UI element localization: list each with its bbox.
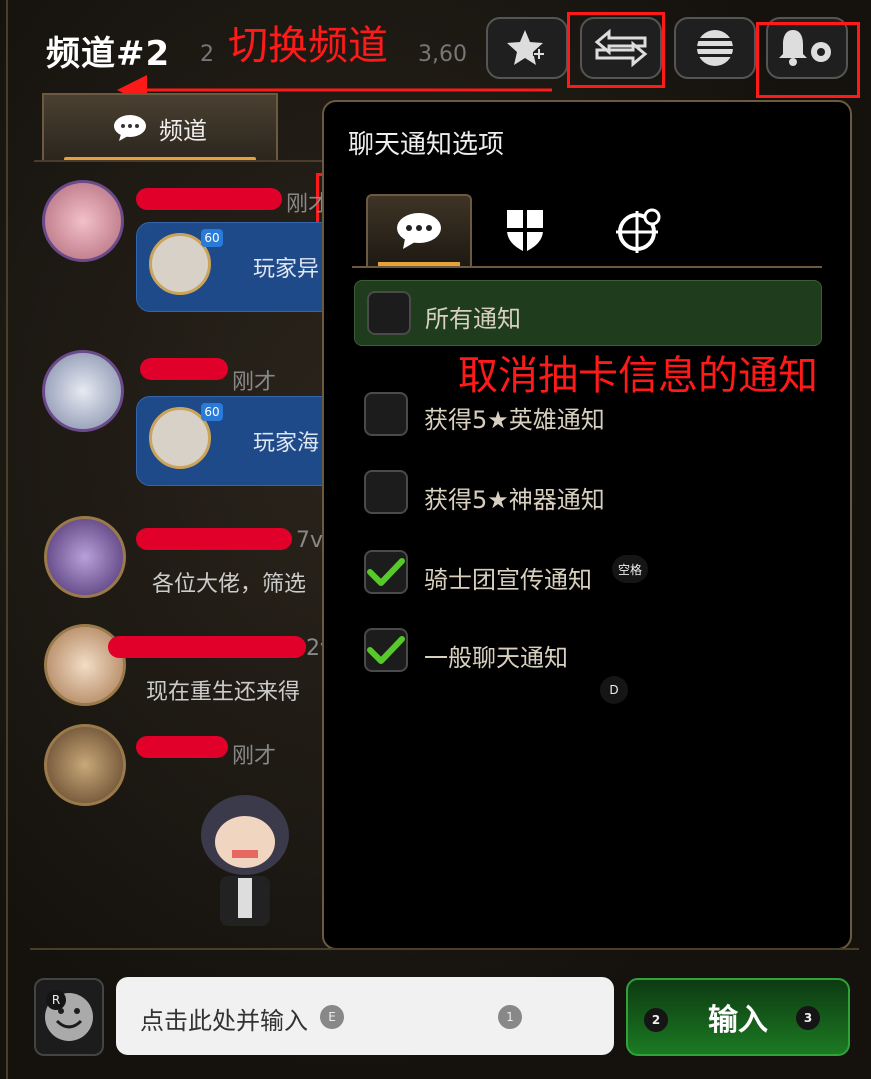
message-time: 7v (296, 528, 324, 553)
hotkey-hint: E (320, 1005, 344, 1029)
panel-title: 聊天通知选项 (348, 130, 505, 160)
divider (34, 160, 324, 162)
chat-bubble-icon (114, 115, 146, 141)
chat-input[interactable]: 点击此处并输入 E 1 (116, 977, 614, 1055)
bubble-text: 玩家异 (253, 257, 320, 282)
avatar[interactable] (42, 350, 124, 432)
redacted-name (136, 528, 292, 550)
hotkey-hint: R (46, 990, 66, 1010)
level-badge: 60 (201, 403, 223, 421)
message-time: 刚才 (232, 370, 277, 395)
level-badge: 60 (201, 229, 223, 247)
hotkey-hint: 空格 (612, 555, 648, 583)
tab-channel[interactable]: 频道 (42, 93, 278, 161)
checkbox-general-chat[interactable] (364, 628, 408, 672)
chat-input-placeholder: 点击此处并输入 (140, 1007, 308, 1035)
option-label: 所有通知 (425, 305, 521, 333)
crosshair-icon (616, 208, 661, 253)
redacted-name (108, 636, 306, 658)
hero-share-bubble[interactable]: 60 玩家异 (136, 222, 336, 312)
hotkey-hint: 2 (644, 1008, 668, 1032)
chibi-character (201, 795, 289, 926)
tab-guild-notifications[interactable] (472, 194, 578, 266)
tab-crosshair-notifications[interactable] (586, 194, 692, 266)
avatar[interactable] (44, 516, 126, 598)
tab-chat-notifications[interactable] (366, 194, 472, 266)
checkmark-icon (367, 636, 405, 664)
message-text: 现在重生还来得 (146, 680, 301, 705)
send-button[interactable]: 输入 2 3 (626, 978, 850, 1056)
bottom-divider (30, 948, 859, 950)
annotation-cancel-gacha: 取消抽卡信息的通知 (458, 353, 818, 399)
emoji-button[interactable]: R (34, 978, 104, 1056)
checkbox-guild-promo[interactable] (364, 550, 408, 594)
redacted-name (136, 736, 228, 758)
tab-channel-label: 频道 (159, 116, 207, 145)
chat-notification-panel: 聊天通知选项 所有通知 获得5★英雄通知 获得5★神器通知 骑士团宣传通知 空格… (322, 100, 852, 950)
shield-icon (507, 210, 543, 252)
message-text: 各位大佬，筛选 (152, 572, 307, 597)
bubble-text: 玩家海 (253, 431, 320, 456)
hotkey-hint: 3 (796, 1006, 820, 1030)
redacted-name (136, 188, 282, 210)
hotkey-hint: 1 (498, 1005, 522, 1029)
tab-divider (352, 266, 822, 268)
hero-share-bubble[interactable]: 60 玩家海 (136, 396, 336, 486)
checkbox-all-notifications[interactable] (367, 291, 411, 335)
avatar[interactable] (42, 180, 124, 262)
message-time: 刚才 (232, 744, 277, 769)
redacted-name (140, 358, 228, 380)
checkmark-icon (367, 558, 405, 586)
option-label: 一般聊天通知 (424, 644, 568, 672)
option-label: 获得5★英雄通知 (424, 406, 605, 434)
hotkey-hint: D (600, 676, 628, 704)
option-label: 获得5★神器通知 (424, 486, 605, 514)
send-button-label: 输入 (708, 1003, 768, 1038)
option-label: 骑士团宣传通知 (424, 566, 592, 594)
option-all-notifications[interactable]: 所有通知 (354, 280, 822, 346)
checkbox-5star-hero[interactable] (364, 392, 408, 436)
checkbox-5star-artifact[interactable] (364, 470, 408, 514)
chat-bubble-icon (397, 213, 441, 249)
avatar[interactable] (44, 724, 126, 806)
